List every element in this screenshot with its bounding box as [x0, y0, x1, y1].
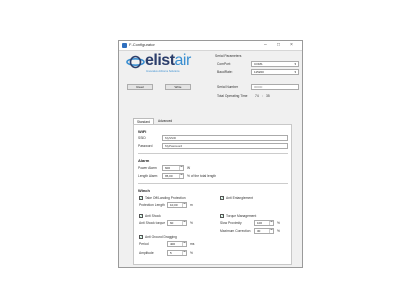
period-stepper[interactable]: 400 ▴▾	[167, 241, 187, 247]
anti-shock-checkbox[interactable]: ✓	[139, 214, 143, 218]
ssid-label: SSID	[138, 136, 146, 140]
power-alarm-unit: W	[187, 166, 191, 170]
protection-length-unit: m	[190, 203, 193, 207]
chevron-down-icon: ▾	[294, 70, 296, 74]
spinner-arrows-icon[interactable]: ▴▾	[182, 251, 186, 255]
length-alarm-stepper[interactable]: 95,00 ▴▾	[162, 173, 184, 179]
logo-tagline: Innovative Airborne Solutions	[146, 70, 180, 73]
anti-shock-torque-stepper[interactable]: 60 ▴▾	[167, 220, 187, 226]
protection-length-label: Protection Length	[139, 203, 165, 207]
anti-entanglement-checkbox[interactable]: ✓	[220, 196, 224, 200]
max-correction-stepper[interactable]: 30 ▴▾	[254, 228, 274, 234]
spinner-arrows-icon[interactable]: ▴▾	[182, 203, 186, 207]
anti-ground-dragging-checkbox[interactable]: ✓	[139, 235, 143, 239]
power-alarm-label: Power Alarm	[138, 166, 157, 170]
spinner-arrows-icon[interactable]: ▴▾	[179, 166, 183, 170]
slow-proximity-unit: %	[277, 221, 280, 225]
chevron-down-icon: ▾	[294, 62, 296, 66]
period-label: Period	[139, 242, 149, 246]
max-correction-unit: %	[277, 229, 280, 233]
elistair-logo-icon	[126, 55, 145, 69]
password-field[interactable]: MyPassword	[162, 143, 288, 149]
window-title: F-Configurator	[129, 42, 155, 47]
configurator-window: F-Configurator – □ × elistair Innovative…	[118, 40, 303, 268]
spinner-arrows-icon[interactable]: ▴▾	[182, 221, 186, 225]
anti-shock-torque-label: Anti Shock torque	[139, 221, 166, 225]
maximize-button[interactable]: □	[277, 42, 280, 48]
amplitude-stepper[interactable]: 5 ▴▾	[167, 250, 187, 256]
amplitude-label: Amplitude	[139, 251, 154, 255]
write-button[interactable]: Write	[165, 84, 191, 90]
length-alarm-label: Length Alarm	[138, 174, 158, 178]
anti-shock-torque-unit: %	[190, 221, 193, 225]
operating-time-separator: :	[262, 94, 263, 98]
max-correction-label: Maximum Correction	[220, 229, 251, 233]
wifi-divider	[138, 153, 288, 154]
serial-number-field[interactable]: 00000	[251, 84, 299, 90]
spinner-arrows-icon[interactable]: ▴▾	[182, 242, 186, 246]
standard-tab-panel: WiFi SSID MySSID Password MyPassword Ala…	[133, 124, 292, 265]
torque-management-checkbox[interactable]: ✓	[220, 214, 224, 218]
anti-entanglement-label: Anti Entanglement	[226, 196, 253, 200]
wifi-heading: WiFi	[138, 129, 147, 134]
operating-time-label: Total Operating Time	[217, 94, 248, 98]
protection-length-stepper[interactable]: 10,00 ▴▾	[167, 202, 187, 208]
serial-number-label: Serial Number	[217, 85, 239, 89]
title-bar: F-Configurator – □ ×	[119, 41, 302, 51]
anti-shock-label: Anti Shock	[145, 214, 161, 218]
app-icon	[122, 43, 127, 48]
baudrate-select[interactable]: 115200 ▾	[251, 69, 299, 75]
comport-select[interactable]: COM1 ▾	[251, 61, 299, 67]
password-label: Password	[138, 144, 153, 148]
logo-wordmark: elistair	[145, 52, 191, 69]
ssid-field[interactable]: MySSID	[162, 135, 288, 141]
amplitude-unit: %	[190, 251, 193, 255]
spinner-arrows-icon[interactable]: ▴▾	[269, 221, 273, 225]
power-alarm-stepper[interactable]: 600 ▴▾	[162, 165, 184, 171]
close-button[interactable]: ×	[290, 42, 293, 48]
anti-ground-dragging-label: Anti Ground Dragging	[145, 235, 177, 239]
slow-proximity-label: Slow Proximity	[220, 221, 242, 225]
operating-hours: 74	[255, 94, 259, 98]
length-alarm-unit: % of the total length	[187, 174, 217, 178]
minimize-button[interactable]: –	[264, 42, 267, 48]
torque-management-label: Torque Management	[226, 214, 257, 218]
winch-heading: Winch	[138, 188, 150, 193]
alarm-divider	[138, 183, 288, 184]
spinner-arrows-icon[interactable]: ▴▾	[269, 229, 273, 233]
spinner-arrows-icon[interactable]: ▴▾	[179, 174, 183, 178]
serial-parameters-heading: Serial Parameters	[215, 54, 242, 58]
baudrate-label: BaudRate:	[217, 70, 233, 74]
takeoff-landing-checkbox[interactable]: ✓	[139, 196, 143, 200]
operating-minutes: 35	[266, 94, 270, 98]
takeoff-landing-label: Take Off/Landing Protection	[145, 196, 186, 200]
comport-label: ComPort:	[217, 62, 231, 66]
read-button[interactable]: Read	[127, 84, 153, 90]
period-unit: ms	[190, 242, 195, 246]
alarm-heading: Alarm	[138, 158, 150, 163]
slow-proximity-stepper[interactable]: 100 ▴▾	[254, 220, 274, 226]
